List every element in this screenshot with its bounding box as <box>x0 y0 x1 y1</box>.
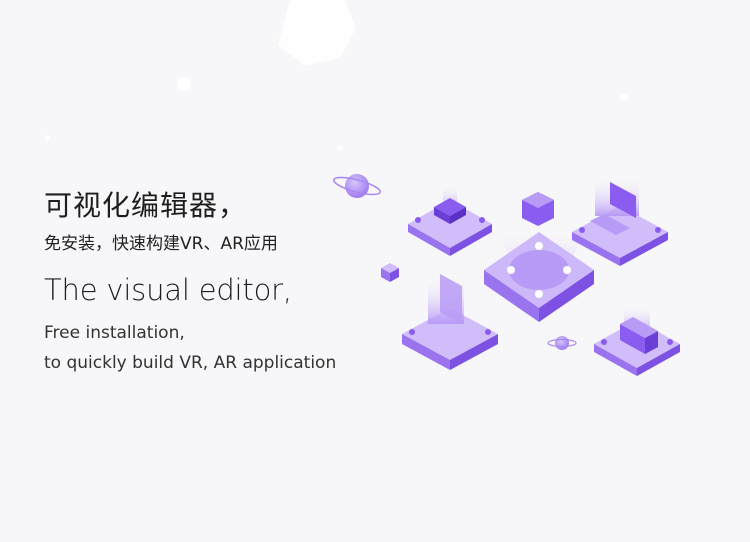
cube-icon <box>381 263 399 282</box>
page: 可视化编辑器， 免安装，快速构建VR、AR应用 The visual edito… <box>0 0 750 542</box>
building-platform-icon <box>408 184 492 256</box>
background-dot <box>44 135 50 141</box>
background-dot <box>620 93 628 101</box>
hero-subtitle-en-line1: Free installation, <box>44 323 185 343</box>
background-hexagon-icon <box>278 0 356 66</box>
small-planet-icon <box>547 336 577 350</box>
planet-icon <box>333 174 381 198</box>
hero-text: 可视化编辑器， 免安装，快速构建VR、AR应用 The visual edito… <box>44 186 336 378</box>
background-dot <box>177 77 191 91</box>
factory-platform-icon <box>594 304 680 376</box>
panel-platform-icon <box>402 274 498 370</box>
hero-title-en: The visual editor, <box>44 273 292 307</box>
background-dot <box>337 145 343 151</box>
hero-title-cn: 可视化编辑器， <box>44 189 248 222</box>
laptop-platform-icon <box>572 176 668 266</box>
hero-subtitle-cn: 免安装，快速构建VR、AR应用 <box>44 234 278 254</box>
hero-subtitle-en: Free installation, to quickly build VR, … <box>44 318 336 378</box>
hero-subtitle-en-line2: to quickly build VR, AR application <box>44 353 337 373</box>
